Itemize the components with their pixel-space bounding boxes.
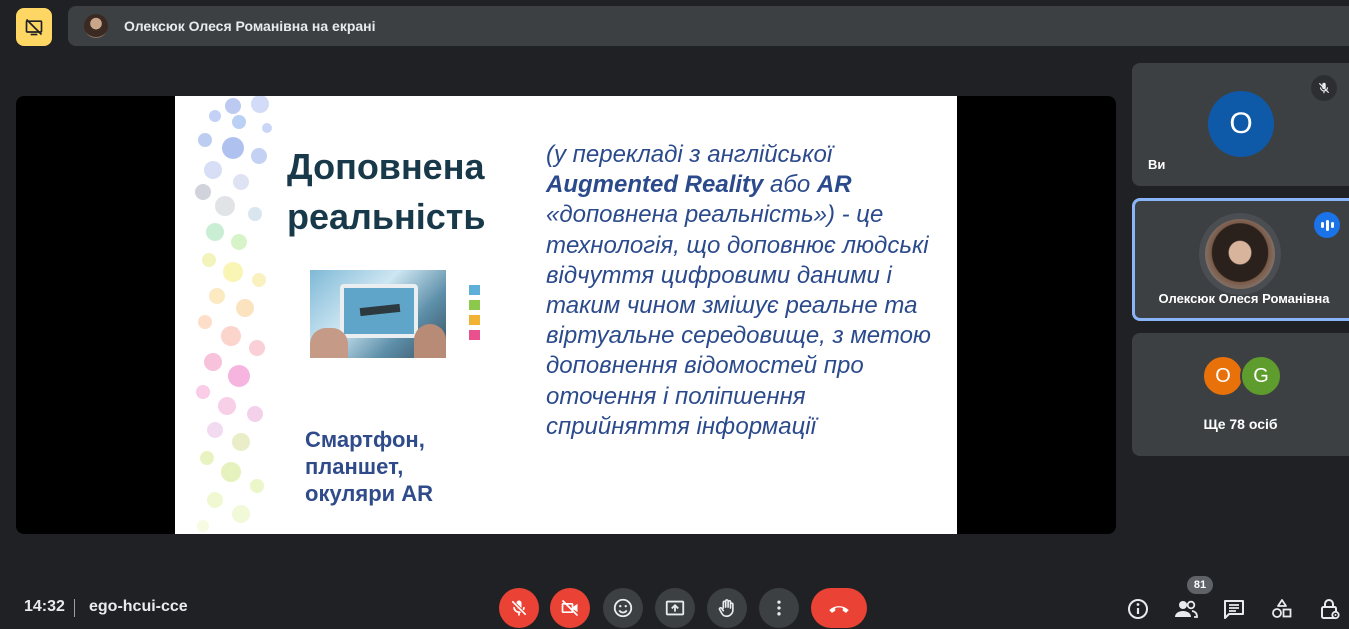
body-bold-augmented: Augmented Reality [546,171,764,199]
avatar-more-a: O [1202,355,1244,397]
activities-icon [1272,599,1292,618]
body-prefix: (у перекладі з англійської [546,141,833,168]
swatch-orange [469,315,480,325]
people-button[interactable] [1173,596,1199,622]
participant-tile-speaker[interactable]: Олексюк Олеся Романівна [1132,198,1349,321]
meeting-time: 14:32 [24,598,65,615]
body-bold-ar: AR [816,171,852,199]
presentation-banner: Олексюк Олеся Романівна на екрані [68,6,1349,46]
swatch-green [469,300,480,310]
more-participants-label: Ще 78 осіб [1203,416,1278,432]
body-rest: «доповнена реальність») - це технологія,… [546,201,931,440]
chat-icon [1224,600,1244,619]
participant-label-you: Ви [1148,157,1166,172]
avatar-speaker [1205,219,1275,289]
unpin-presentation-button[interactable] [16,8,52,46]
chat-button[interactable] [1221,596,1247,622]
host-controls-icon [1321,599,1340,620]
call-end-icon [829,606,849,613]
shared-slide: Доповнена реальність Смартфон, планшет, … [175,96,957,534]
emoji-icon [613,598,633,618]
slide-body-text: (у перекладі з англійської Augmented Rea… [546,140,936,442]
avatar-more-b: G [1240,355,1282,397]
meet-window: Олексюк Олеся Романівна на екрані Доповн… [0,0,1349,629]
microphone-button[interactable] [499,588,539,628]
present-button[interactable] [655,588,695,628]
hand-icon [718,599,734,618]
people-icon [1175,600,1198,618]
swatch-blue [469,285,480,295]
more-options-button[interactable] [759,588,799,628]
ar-tablet-photo [310,270,446,358]
pin-off-icon [25,18,43,36]
host-controls-button[interactable] [1317,596,1343,622]
more-vert-icon [777,600,781,616]
reactions-button[interactable] [603,588,643,628]
speaking-indicator-icon [1314,212,1340,238]
presentation-stage[interactable]: Доповнена реальність Смартфон, планшет, … [16,96,1116,534]
mic-off-icon [511,600,527,616]
muted-indicator [1311,75,1337,101]
participant-count-badge: 81 [1187,576,1213,594]
meeting-details-button[interactable] [1125,596,1151,622]
raise-hand-button[interactable] [707,588,747,628]
camera-off-icon [561,599,579,617]
meeting-code: ego-hcui-cce [89,598,188,615]
avatar-you: О [1208,91,1274,157]
mic-off-icon [1318,82,1330,94]
leave-call-button[interactable] [811,588,867,628]
divider [74,599,75,617]
body-mid: або [763,171,817,199]
camera-button[interactable] [550,588,590,628]
slide-devices-text: Смартфон, планшет, окуляри AR [305,427,434,506]
swatch-pink [469,330,480,340]
presenter-avatar [84,14,108,38]
info-icon [1128,599,1148,619]
slide-title: Доповнена реальність [287,146,486,237]
color-swatches [469,285,480,345]
participant-tile-you[interactable]: О Ви [1132,63,1349,186]
bubbles-decoration [195,96,272,532]
participant-label-speaker: Олексюк Олеся Романівна [1158,291,1330,306]
activities-button[interactable] [1269,596,1295,622]
present-icon [665,600,685,616]
presenter-text: Олексюк Олеся Романівна на екрані [124,18,376,34]
participant-tile-more[interactable]: O G Ще 78 осіб [1132,333,1349,456]
